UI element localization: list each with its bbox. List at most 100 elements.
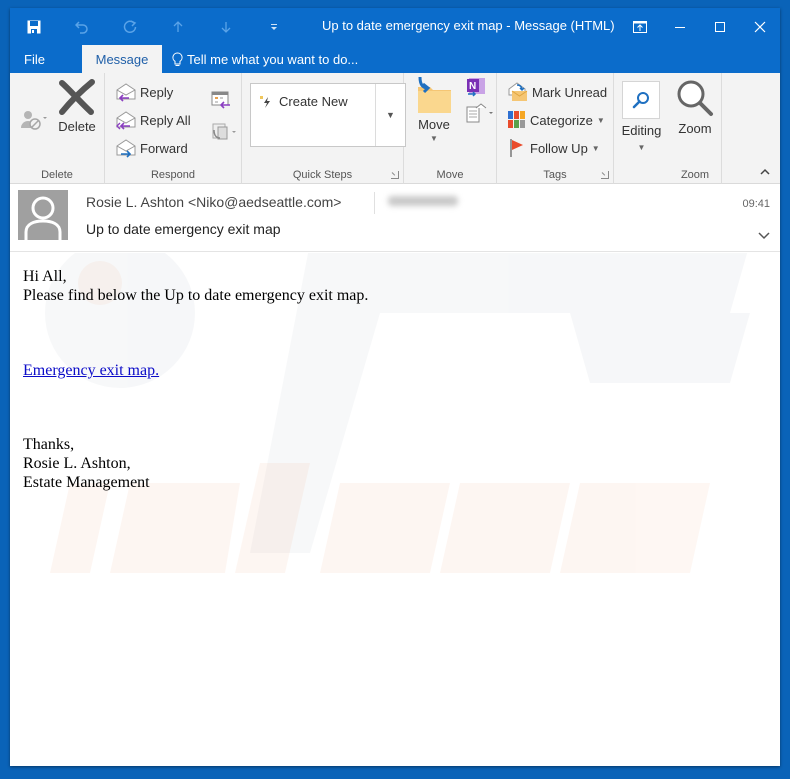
ribbon-display-icon — [633, 20, 647, 33]
flag-icon — [510, 139, 523, 157]
ribbon: Delete Delete Reply Reply All Forward Re… — [10, 73, 780, 184]
more-respond-button[interactable] — [211, 121, 239, 146]
arrow-up-icon — [173, 20, 183, 32]
reply-icon — [116, 83, 136, 102]
tell-me-search[interactable]: Tell me what you want to do... — [172, 45, 358, 73]
closing: Thanks, — [23, 436, 75, 453]
reply-button[interactable]: Reply — [115, 81, 173, 103]
onenote-button[interactable]: N — [466, 77, 486, 102]
message-body-text: Hi All, Please find below the Up to date… — [23, 267, 368, 492]
editing-label: Editing — [621, 123, 662, 138]
chevron-up-icon — [760, 168, 770, 175]
reply-label: Reply — [140, 84, 174, 100]
arrow-down-icon — [221, 21, 231, 33]
minimize-button[interactable] — [660, 8, 700, 45]
svg-text:N: N — [469, 81, 476, 92]
more-respond-icon — [212, 123, 236, 140]
calendar-reply-icon — [211, 91, 230, 109]
close-icon — [754, 21, 766, 32]
ribbon-tabs: File Message Tell me what you want to do… — [10, 45, 780, 73]
group-label-move: Move — [436, 169, 464, 181]
create-new-quick-step[interactable]: Create New — [259, 94, 348, 109]
actions-button[interactable] — [466, 103, 496, 128]
tell-me-label: Tell me what you want to do... — [187, 51, 359, 67]
lightbulb-icon — [172, 51, 183, 66]
rules-icon — [466, 103, 493, 123]
forward-button[interactable]: Forward — [115, 137, 188, 159]
expand-header-button[interactable] — [758, 227, 770, 245]
tab-file[interactable]: File — [24, 45, 45, 73]
group-label-tags: Tags — [543, 169, 567, 181]
close-button[interactable] — [740, 8, 780, 45]
chevron-down-icon: ▼ — [637, 143, 646, 152]
meeting-reply-button[interactable] — [211, 91, 231, 114]
search-icon — [632, 92, 649, 109]
subject: Up to date emergency exit map — [86, 221, 281, 237]
quick-steps-gallery: Create New ▼ — [250, 83, 406, 147]
move-button[interactable]: Move ▼ — [412, 75, 456, 143]
tags-launcher[interactable] — [601, 171, 609, 179]
reply-all-icon — [116, 111, 136, 130]
tab-message[interactable]: Message — [82, 45, 162, 73]
save-button[interactable] — [10, 8, 58, 45]
next-item-button[interactable] — [202, 8, 250, 45]
delete-button[interactable]: Delete — [54, 79, 100, 134]
message-body: Hi All, Please find below the Up to date… — [10, 253, 780, 766]
ignore-button[interactable] — [20, 109, 48, 136]
customize-qat-button[interactable] — [250, 8, 298, 45]
editing-icon-box — [622, 81, 660, 119]
quick-access-toolbar — [10, 8, 298, 45]
divider — [374, 192, 375, 214]
undo-icon — [75, 20, 88, 34]
ribbon-group-quick-steps: Create New ▼ Quick Steps — [242, 73, 406, 184]
zoom-label: Zoom — [678, 121, 712, 136]
mark-unread-icon — [508, 82, 528, 101]
chevron-down-icon: ▼ — [591, 143, 600, 153]
redo-icon — [123, 19, 137, 33]
categorize-label: Categorize — [530, 112, 593, 128]
avatar — [18, 190, 68, 240]
mark-unread-button[interactable]: Mark Unread — [507, 81, 607, 103]
quick-steps-more-button[interactable]: ▼ — [375, 84, 405, 146]
delete-x-icon — [59, 79, 95, 115]
ribbon-group-editing: Editing ▼ — [614, 73, 669, 184]
categorize-icon — [508, 111, 525, 128]
recipient-redacted — [388, 196, 458, 206]
ribbon-group-tags: Mark Unread Categorize ▼ Follow Up ▼ Tag… — [497, 73, 614, 184]
forward-label: Forward — [140, 140, 188, 156]
ribbon-display-options-button[interactable] — [620, 8, 660, 45]
quick-steps-launcher[interactable] — [391, 171, 399, 179]
undo-button[interactable] — [58, 8, 106, 45]
ribbon-group-respond: Reply Reply All Forward Respond — [105, 73, 242, 184]
title-bar: Up to date emergency exit map - Message … — [10, 8, 780, 45]
person-icon — [24, 196, 62, 240]
chevron-down-icon: ▼ — [386, 110, 395, 120]
delete-label: Delete — [58, 119, 96, 134]
previous-item-button[interactable] — [154, 8, 202, 45]
sender[interactable]: Rosie L. Ashton <Niko@aedseattle.com> — [86, 194, 341, 210]
group-label-delete: Delete — [41, 169, 73, 181]
move-label: Move — [418, 117, 450, 132]
follow-up-label: Follow Up — [530, 140, 588, 156]
maximize-button[interactable] — [700, 8, 740, 45]
signature-name: Rosie L. Ashton, — [23, 455, 131, 472]
collapse-ribbon-button[interactable] — [760, 165, 770, 179]
reply-all-button[interactable]: Reply All — [115, 109, 191, 131]
ribbon-group-zoom: Zoom Zoom — [669, 73, 722, 184]
zoom-button[interactable]: Zoom — [669, 79, 721, 136]
create-new-label: Create New — [279, 94, 348, 109]
chevron-down-icon: ▼ — [596, 115, 605, 125]
group-label-respond: Respond — [150, 169, 196, 181]
redo-button[interactable] — [106, 8, 154, 45]
greeting: Hi All, — [23, 268, 67, 285]
chevron-down-icon — [758, 232, 770, 240]
follow-up-button[interactable]: Follow Up ▼ — [507, 137, 600, 159]
group-label-zoom: Zoom — [680, 169, 710, 181]
categorize-button[interactable]: Categorize ▼ — [507, 109, 605, 131]
window-controls — [620, 8, 780, 45]
maximize-icon — [715, 21, 725, 32]
ribbon-group-delete: Delete Delete — [10, 73, 105, 184]
onenote-icon: N — [467, 78, 485, 97]
forward-icon — [116, 139, 136, 158]
emergency-exit-map-link[interactable]: Emergency exit map. — [23, 362, 159, 379]
